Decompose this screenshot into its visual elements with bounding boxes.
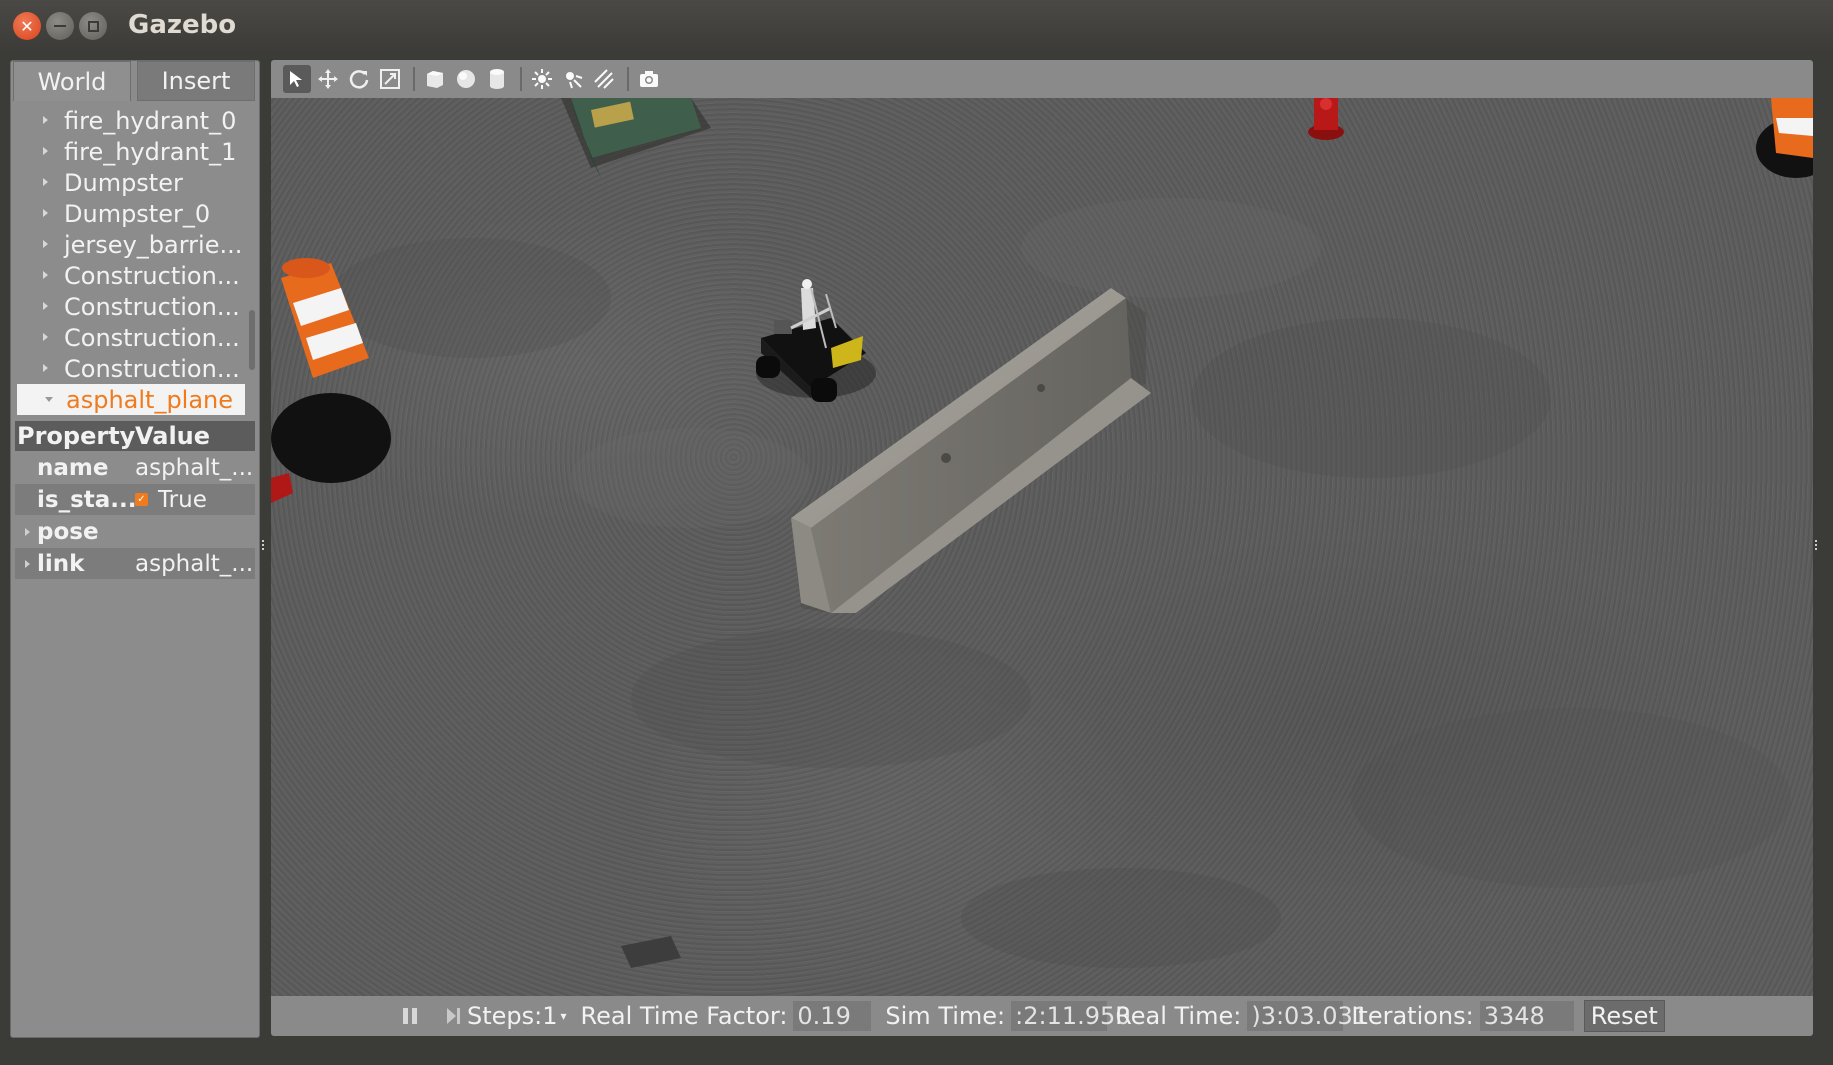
close-icon: ✕ — [20, 16, 34, 36]
panel-splitter-handle[interactable] — [262, 540, 266, 550]
sphere-icon[interactable] — [452, 65, 480, 93]
sim-time-label: Sim Time: — [885, 1002, 1006, 1030]
property-value[interactable]: asphalt_... — [135, 551, 253, 577]
translate-icon[interactable] — [314, 65, 342, 93]
expand-arrow-icon[interactable] — [25, 528, 30, 536]
tree-item[interactable]: Dumpster_0 — [15, 198, 247, 229]
cylinder-icon[interactable] — [483, 65, 511, 93]
property-row-name[interactable]: name asphalt_... — [15, 452, 255, 483]
title-bar: ✕ Gazebo — [0, 0, 1833, 52]
tree-item[interactable]: jersey_barrie... — [15, 229, 247, 260]
minimize-window-button[interactable] — [46, 12, 74, 40]
window-title: Gazebo — [128, 10, 237, 40]
spot-light-icon[interactable] — [559, 65, 587, 93]
property-row-link[interactable]: link asphalt_... — [15, 548, 255, 579]
close-window-button[interactable]: ✕ — [13, 12, 41, 40]
property-value[interactable]: ✓ True — [135, 487, 253, 513]
real-time-factor-value: 0.19 — [793, 1001, 872, 1031]
pause-button[interactable] — [403, 1008, 417, 1024]
value-column-header: Value — [135, 422, 211, 450]
scene-render — [271, 98, 1813, 968]
expand-arrow-icon[interactable] — [43, 147, 48, 155]
simulation-status-bar: Steps:1 ▾ Real Time Factor: 0.19 Sim Tim… — [271, 996, 1813, 1036]
dumpster-model[interactable] — [561, 98, 711, 178]
property-name: name — [37, 454, 109, 481]
step-forward-icon[interactable] — [447, 1007, 461, 1025]
rotate-icon[interactable] — [345, 65, 373, 93]
property-value[interactable]: asphalt_... — [135, 455, 253, 481]
reset-button[interactable]: Reset — [1583, 1000, 1665, 1032]
toolbar-separator — [520, 67, 522, 91]
expand-arrow-icon[interactable] — [43, 116, 48, 124]
model-tree: fire_hydrant_0 fire_hydrant_1 Dumpster D… — [15, 105, 255, 473]
scene-toolbar — [271, 60, 1813, 98]
expand-arrow-icon[interactable] — [43, 302, 48, 310]
tree-item[interactable]: fire_hydrant_0 — [15, 105, 247, 136]
tree-item[interactable]: Construction... — [15, 353, 247, 384]
property-row-is-static[interactable]: is_sta... ✓ True — [15, 484, 255, 515]
step-control[interactable]: Steps:1 ▾ — [447, 1002, 567, 1030]
viewport-splitter-handle[interactable] — [1815, 540, 1819, 550]
maximize-icon — [87, 20, 99, 32]
panel-tabs: World Insert — [13, 61, 259, 101]
minimize-icon — [54, 25, 66, 27]
robot-model[interactable] — [756, 279, 876, 402]
scale-icon[interactable] — [376, 65, 404, 93]
steps-dropdown-icon[interactable]: ▾ — [561, 1009, 567, 1023]
iterations-label: Iterations: — [1351, 1002, 1474, 1030]
expand-arrow-icon[interactable] — [43, 240, 48, 248]
scene-viewport[interactable] — [271, 98, 1813, 996]
property-row-pose[interactable]: pose — [15, 516, 255, 547]
property-name: is_sta... — [37, 486, 135, 513]
expand-arrow-icon[interactable] — [25, 560, 30, 568]
tree-item-selected[interactable]: asphalt_plane — [17, 384, 245, 415]
fire-hydrant-partial[interactable] — [271, 473, 293, 503]
collapse-arrow-icon[interactable] — [45, 397, 53, 402]
tree-item[interactable]: fire_hydrant_1 — [15, 136, 247, 167]
tree-item[interactable]: Dumpster — [15, 167, 247, 198]
expand-arrow-icon[interactable] — [43, 209, 48, 217]
tree-scrollbar[interactable] — [249, 310, 255, 370]
sim-time-value: :2:11.950 — [1011, 1001, 1131, 1031]
construction-barrel-right[interactable] — [1756, 98, 1813, 178]
toolbar-separator — [413, 67, 415, 91]
property-table: Property Value name asphalt_... is_sta..… — [15, 421, 255, 579]
real-time-label: Real Time: — [1115, 1002, 1242, 1030]
iterations-value: 3348 — [1479, 1001, 1574, 1031]
real-time-value: )3:03.031 — [1247, 1001, 1368, 1031]
steps-label[interactable]: Steps:1 — [467, 1002, 558, 1030]
tree-item[interactable]: Construction... — [15, 291, 247, 322]
property-name: pose — [37, 518, 99, 545]
screenshot-camera-icon[interactable] — [635, 65, 663, 93]
property-name: link — [37, 550, 85, 577]
toolbar-separator — [627, 67, 629, 91]
property-column-header: Property — [17, 422, 136, 450]
tree-item[interactable]: Construction... — [15, 260, 247, 291]
expand-arrow-icon[interactable] — [43, 178, 48, 186]
select-arrow-icon[interactable] — [283, 65, 311, 93]
box-icon[interactable] — [421, 65, 449, 93]
asphalt-texture — [331, 198, 1791, 968]
real-time-factor-label: Real Time Factor: — [580, 1002, 788, 1030]
tab-insert[interactable]: Insert — [137, 61, 255, 101]
maximize-window-button[interactable] — [79, 12, 107, 40]
left-panel: World Insert fire_hydrant_0 fire_hydrant… — [10, 60, 260, 1038]
expand-arrow-icon[interactable] — [43, 271, 48, 279]
pause-icon — [403, 1008, 408, 1024]
directional-light-icon[interactable] — [590, 65, 618, 93]
asphalt-stain — [621, 936, 681, 968]
tab-world[interactable]: World — [13, 61, 131, 101]
fire-hydrant-model[interactable] — [1308, 98, 1344, 140]
tree-item[interactable]: Construction... — [15, 322, 247, 353]
point-light-icon[interactable] — [528, 65, 556, 93]
checkbox-checked-icon[interactable]: ✓ — [135, 493, 148, 506]
expand-arrow-icon[interactable] — [43, 333, 48, 341]
expand-arrow-icon[interactable] — [43, 364, 48, 372]
property-header: Property Value — [15, 421, 255, 451]
